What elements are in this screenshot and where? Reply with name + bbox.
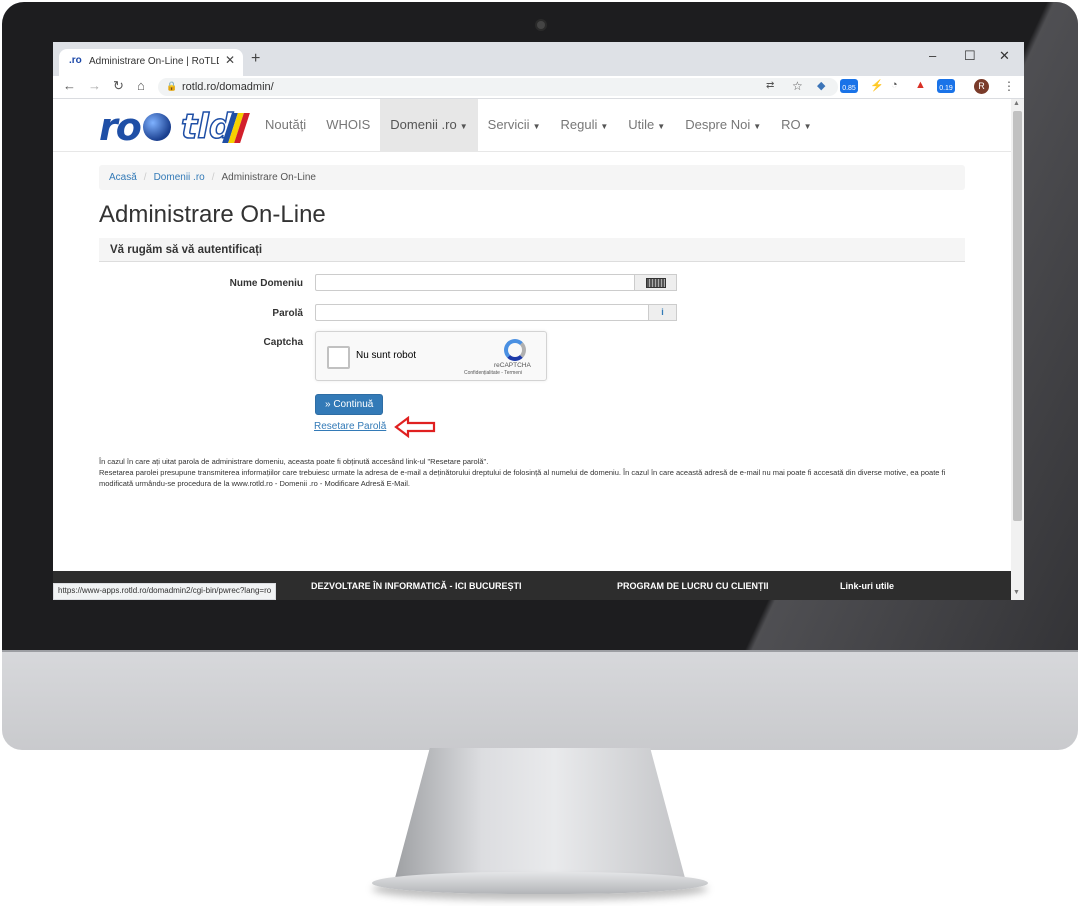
menu-item-reguli[interactable]: Reguli ▼ [550, 99, 618, 151]
breadcrumb-home[interactable]: Acasă [109, 172, 137, 183]
recaptcha-brand: reCAPTCHA [494, 362, 531, 369]
tab-close-icon[interactable]: ✕ [225, 53, 235, 67]
globe-icon [143, 113, 171, 141]
breadcrumb-separator: / [211, 172, 215, 183]
menu-item-noutati[interactable]: Noutăți [255, 99, 316, 151]
continue-button[interactable]: » Continuă [315, 394, 384, 415]
close-window-button[interactable]: ✕ [999, 48, 1010, 64]
maximize-button[interactable]: ☐ [964, 48, 976, 64]
menu-label: Servicii [487, 117, 530, 132]
browser-tab[interactable]: .ro Administrare On-Line | RoTLD - R ✕ [59, 49, 243, 76]
minimize-button[interactable]: – [929, 48, 936, 63]
menu-item-utile[interactable]: Utile ▼ [618, 99, 675, 151]
tab-favicon: .ro [69, 55, 82, 66]
new-tab-button[interactable]: + [251, 51, 260, 67]
translate-icon[interactable]: ⇄ [766, 80, 774, 91]
caret-down-icon: ▼ [657, 122, 666, 131]
camera-icon [537, 21, 545, 29]
address-bar[interactable]: 🔒 rotld.ro/domadmin/ ⇄ ☆ [158, 78, 838, 96]
menu-item-despre-noi[interactable]: Despre Noi ▼ [675, 99, 771, 151]
reload-button[interactable]: ↻ [113, 79, 124, 93]
scroll-up-icon[interactable]: ▲ [1013, 100, 1020, 107]
extension-badge-1[interactable]: 0.85 [840, 79, 858, 93]
menu-item-servicii[interactable]: Servicii ▼ [478, 99, 551, 151]
menu-label: Utile [628, 117, 655, 132]
help-paragraph-2: Resetarea parolei presupune transmiterea… [99, 468, 946, 488]
domain-input[interactable] [315, 274, 635, 291]
breadcrumb: Acasă / Domenii .ro / Administrare On-Line [99, 165, 965, 190]
keyboard-icon [645, 278, 666, 288]
menu-label: WHOIS [326, 117, 371, 132]
captcha-label: Captcha [263, 337, 303, 348]
footer-heading-ici: DEZVOLTARE ÎN INFORMATICĂ - ICI BUCUREȘT… [311, 581, 522, 591]
vertical-scrollbar[interactable]: ▲ ▼ [1011, 99, 1024, 600]
bolt-extension-icon[interactable]: ⚡ [870, 79, 884, 92]
menu-label: Despre Noi [685, 117, 751, 132]
domain-label: Nume Domeniu [229, 278, 303, 289]
caret-down-icon: ▼ [532, 122, 541, 131]
rotld-logo[interactable]: ro tld [99, 105, 250, 149]
monitor-stand [395, 748, 685, 878]
python-extension-icon[interactable]: ◆ [817, 79, 825, 92]
menu-dots-icon[interactable]: ⋮ [1003, 79, 1015, 93]
address-url: rotld.ro/domadmin/ [182, 81, 274, 93]
profile-avatar[interactable]: R [974, 79, 989, 94]
menu-label: RO [781, 117, 801, 132]
caret-down-icon: ▼ [803, 122, 812, 131]
site-navbar: ro tld Noutăți WHOIS Domenii .ro ▼ Servic… [53, 99, 1011, 152]
monitor-chin [2, 650, 1078, 750]
panel-heading: Vă rugăm să vă autentificați [99, 238, 965, 262]
browser-window: .ro Administrare On-Line | RoTLD - R ✕ +… [53, 42, 1024, 600]
lock-icon: 🔒 [166, 81, 178, 91]
menu-label: Reguli [560, 117, 598, 132]
menu-item-language[interactable]: RO ▼ [771, 99, 821, 151]
browser-toolbar: ← → ↻ ⌂ 🔒 rotld.ro/domadmin/ ⇄ ☆ ◆ 0.85 … [53, 76, 1024, 99]
bookmark-star-icon[interactable]: ☆ [792, 79, 803, 93]
red-extension-icon[interactable]: ▲ [915, 79, 926, 91]
info-icon[interactable]: i [648, 304, 677, 321]
monitor-frame: .ro Administrare On-Line | RoTLD - R ✕ +… [0, 0, 1080, 906]
password-input[interactable] [315, 304, 649, 321]
virtual-keyboard-button[interactable] [634, 274, 677, 291]
page-viewport: ro tld Noutăți WHOIS Domenii .ro ▼ Servic… [53, 99, 1011, 600]
menu-label: Domenii .ro [390, 117, 457, 132]
monitor-stand-base [372, 872, 708, 894]
breadcrumb-current: Administrare On-Line [221, 172, 316, 183]
menu-item-domenii[interactable]: Domenii .ro ▼ [380, 99, 478, 151]
menu-item-whois[interactable]: WHOIS [316, 99, 380, 151]
caret-down-icon: ▼ [600, 122, 609, 131]
status-bar-url: https://www-apps.rotld.ro/domadmin2/cgi-… [53, 583, 277, 600]
red-arrow-annotation-icon [394, 416, 436, 438]
recaptcha-widget: Nu sunt robot reCAPTCHA Confidențialitat… [315, 331, 547, 381]
recaptcha-terms[interactable]: Confidențialitate - Termeni [464, 370, 522, 376]
back-button[interactable]: ← [63, 79, 76, 93]
help-paragraph-1: În cazul în care ați uitat parola de adm… [99, 457, 489, 466]
recaptcha-logo-icon [504, 339, 526, 361]
recaptcha-label: Nu sunt robot [356, 350, 417, 361]
recaptcha-checkbox[interactable] [327, 346, 350, 369]
forward-button[interactable]: → [88, 79, 101, 93]
logo-text: ro [99, 105, 142, 149]
caret-down-icon: ▼ [459, 122, 468, 131]
scroll-down-icon[interactable]: ▼ [1013, 589, 1020, 596]
main-menu: Noutăți WHOIS Domenii .ro ▼ Servicii ▼ Reg… [255, 99, 822, 151]
speed-extension-icon[interactable]: ◔ [891, 79, 898, 91]
extension-badge-2[interactable]: 0.19 [937, 79, 955, 93]
menu-label: Noutăți [265, 117, 307, 132]
password-label: Parolă [272, 308, 303, 319]
tab-strip: .ro Administrare On-Line | RoTLD - R ✕ +… [53, 42, 1024, 76]
tab-title: Administrare On-Line | RoTLD - R [89, 56, 219, 67]
scrollbar-thumb[interactable] [1013, 111, 1022, 521]
footer-heading-program: PROGRAM DE LUCRU CU CLIENȚII [617, 581, 769, 591]
footer-heading-links: Link-uri utile [840, 581, 894, 591]
caret-down-icon: ▼ [753, 122, 762, 131]
reset-password-link[interactable]: Resetare Parolă [314, 421, 386, 432]
breadcrumb-separator: / [143, 172, 147, 183]
help-text: În cazul în care ați uitat parola de adm… [99, 456, 979, 489]
home-button[interactable]: ⌂ [137, 79, 145, 93]
breadcrumb-domenii[interactable]: Domenii .ro [154, 172, 205, 183]
page-title: Administrare On-Line [99, 201, 326, 228]
